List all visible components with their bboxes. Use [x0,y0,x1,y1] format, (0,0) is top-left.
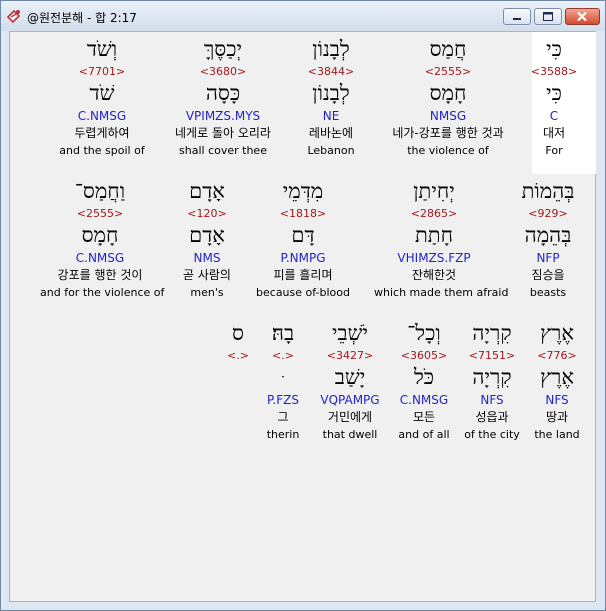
lemma: בְּהֵמָה [524,223,572,247]
english-gloss: and the spoil of [59,144,145,157]
parsing-code: NFP [536,251,560,265]
close-button[interactable] [565,8,600,25]
korean-gloss: 강포를 행한 것이 [57,268,143,282]
lemma: כִּי [546,81,562,105]
hebrew-word: יְחִיתַן [413,179,455,203]
korean-gloss: 네게로 돌아 오리라 [175,126,271,140]
lemma: כָּסָה [205,81,241,105]
korean-gloss: 곧 사람의 [183,268,231,282]
strong-number[interactable]: <2555> [388,66,508,77]
english-gloss: the violence of [407,144,489,157]
parsing-code: VHIMZS.FZP [397,251,471,265]
hebrew-word: כִּי [546,37,562,61]
strong-number[interactable]: <3588> [494,66,606,77]
english-gloss: For [545,144,563,157]
strong-number[interactable]: <3844> [271,66,391,77]
parsing-code: C.NMSG [77,109,127,123]
parsing-code: NMS [193,251,221,265]
minimize-icon [513,18,521,20]
korean-gloss: 짐승을 [531,268,565,282]
lemma: חָמָס [81,223,119,247]
lemma: ּ [223,367,343,388]
parsing-code: C [549,109,559,123]
parsing-code: NMSG [429,109,467,123]
english-gloss: therin [266,428,300,441]
hebrew-word: בְּהֵמוֹת [521,179,575,203]
strong-number[interactable]: <3680> [163,66,283,77]
korean-gloss: 두렵게하여 [74,126,130,140]
strong-number[interactable]: <2555> [40,208,160,219]
korean-gloss: 그 [277,410,289,424]
app-window: @원전분해 - 합 2:17 כִּי <3588> כִּי C 대저 For… [0,0,606,611]
strong-number[interactable]: <929> [488,208,606,219]
korean-gloss: 네가-강포를 행한 것과 [392,126,504,140]
title-bar[interactable]: @원전분해 - 합 2:17 [1,1,605,31]
lemma: שֹׁד [89,81,115,105]
parsing-code: VPIMZS.MYS [185,109,261,123]
parsing-code: NE [322,109,340,123]
hebrew-word: וַחֲמַס־ [74,179,126,203]
hebrew-word: ס [232,321,244,345]
hebrew-word: יְכַסֶּךָּ [203,37,243,61]
lemma: לְבָנוֹן [312,81,350,105]
strong-number[interactable]: <2865> [374,208,494,219]
parsing-code: C.NMSG [75,251,125,265]
close-icon [577,11,587,22]
hebrew-word: אָדָם [189,179,225,203]
english-gloss: Lebanon [307,144,355,157]
korean-gloss: 대저 [542,126,566,140]
lemma: אָדָם [189,223,225,247]
strong-number[interactable]: <7701> [42,66,162,77]
lemma: חָתַת [414,223,454,247]
english-gloss: which made them afraid [374,286,509,299]
maximize-button[interactable] [534,8,562,25]
parsing-code: P.FZS [267,393,299,407]
lemma: חָמָס [429,81,467,105]
strong-number[interactable]: <120> [147,208,267,219]
korean-gloss: 잔해한것 [411,268,457,282]
hebrew-word: חֲמַס [429,37,467,61]
strong-number[interactable]: <.> [178,350,298,361]
minimize-button[interactable] [503,8,531,25]
korean-gloss: 레바논에 [308,126,354,140]
window-bottom-border [1,602,605,610]
hebrew-word: לְבָנוֹן [312,37,350,61]
hebrew-word: וְשֹׁד [86,37,118,61]
maximize-icon [543,12,553,21]
english-gloss: shall cover thee [179,144,267,157]
english-gloss: men's [190,286,224,299]
window-title: @원전분해 - 합 2:17 [27,11,137,25]
app-logo-icon [6,9,21,24]
english-gloss: and for the violence of [40,286,165,299]
